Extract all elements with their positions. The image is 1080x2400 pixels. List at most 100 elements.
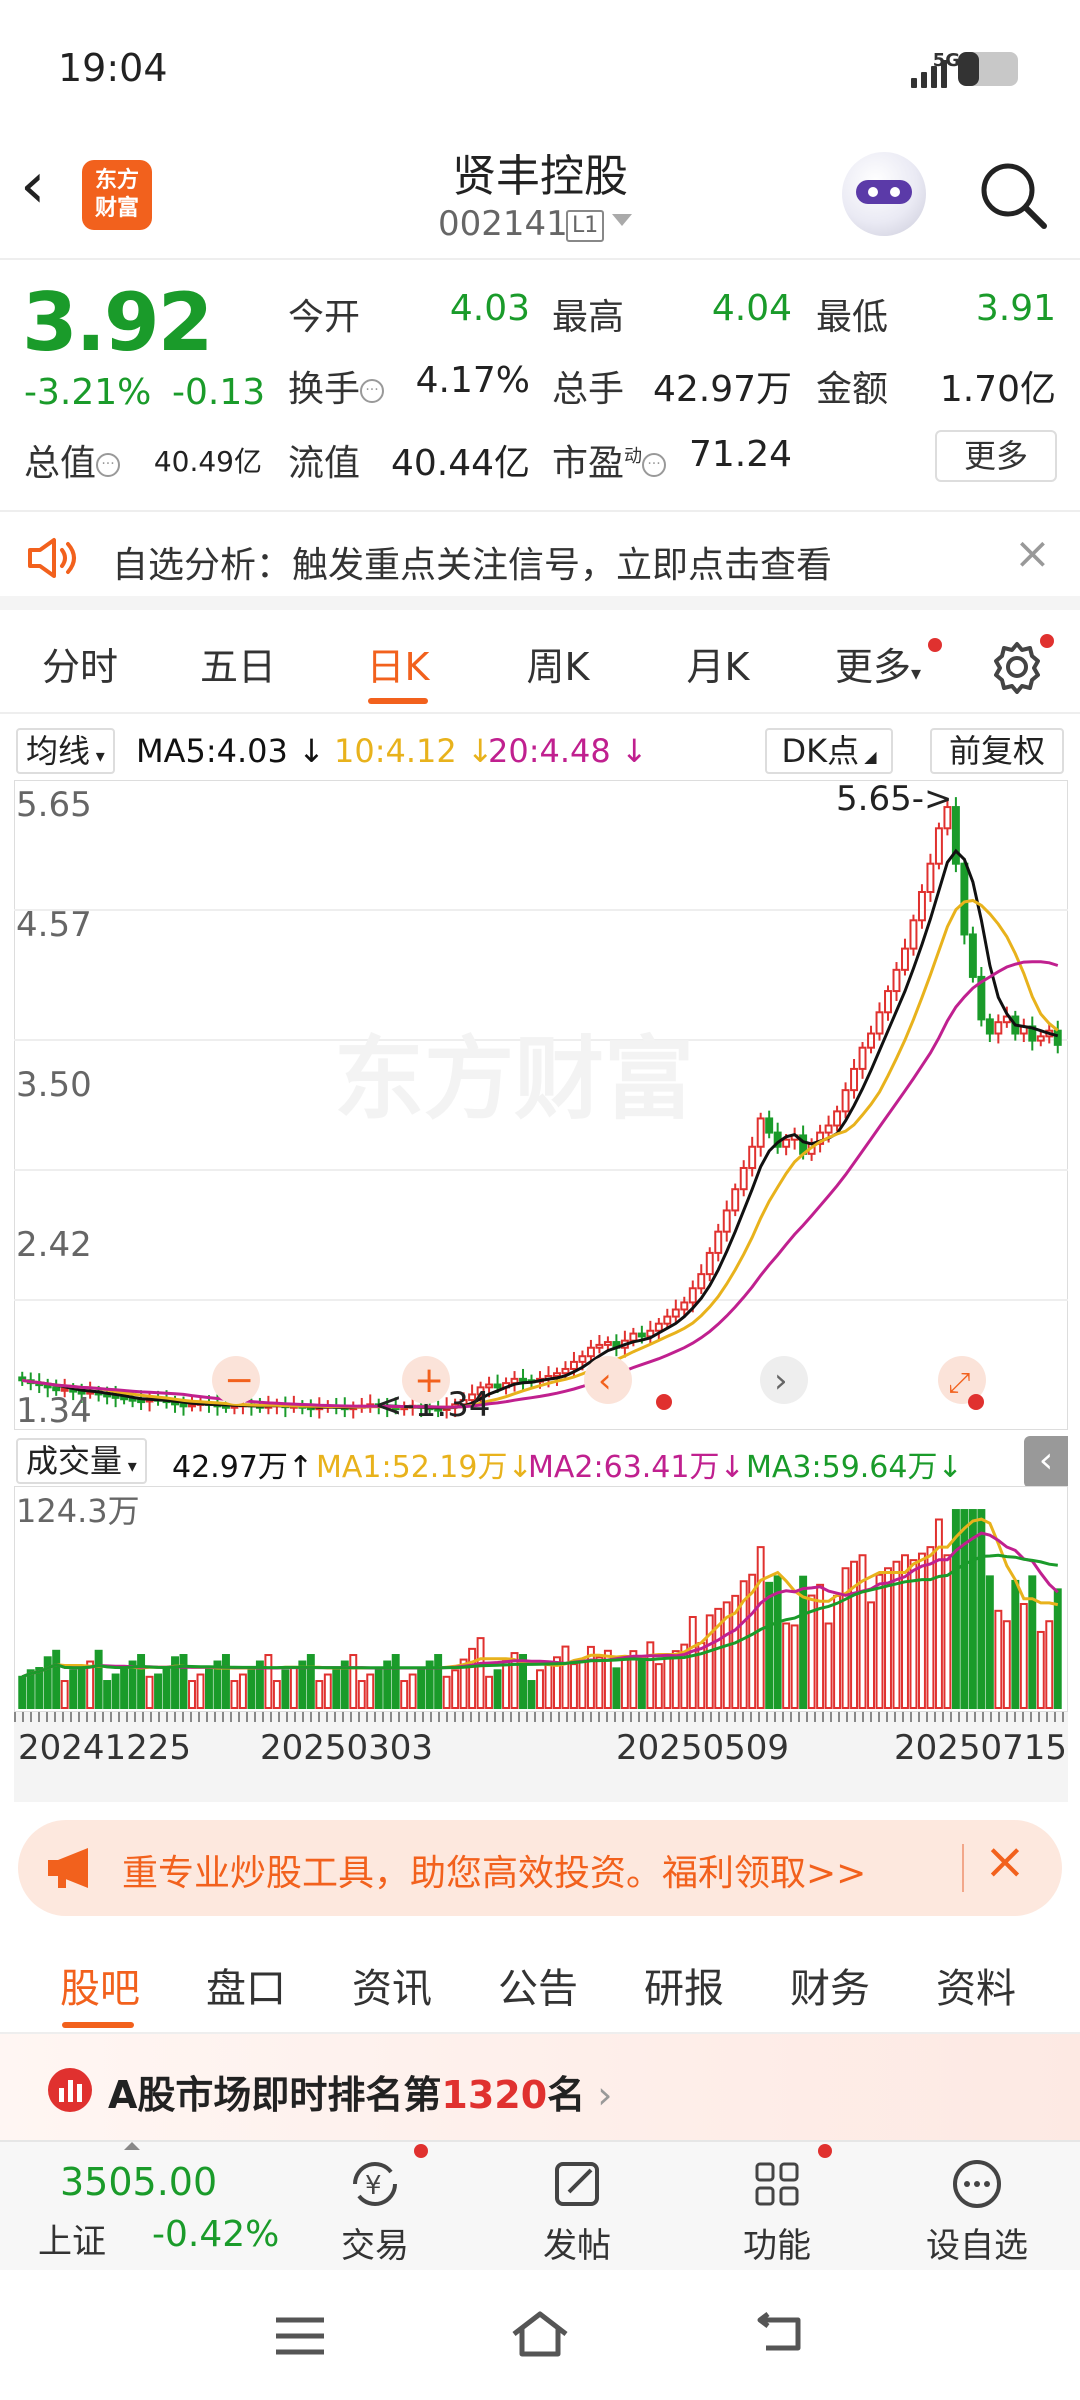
candle (731, 1188, 740, 1212)
mktcap-label-text: 总值 (24, 443, 97, 484)
close-icon[interactable]: × (984, 1832, 1026, 1890)
candle (671, 1308, 680, 1318)
dk-point-button[interactable]: DK点 ◢ (765, 728, 893, 774)
notification-dot (818, 2144, 832, 2158)
volume-bar (306, 1654, 315, 1710)
tab-more[interactable]: 更多▾ (808, 636, 948, 691)
info-icon[interactable]: ··· (360, 379, 385, 403)
tab-forum[interactable]: 股吧 (30, 1956, 170, 2014)
notice-bar[interactable]: 自选分析：触发重点关注信号，立即点击查看 × (0, 514, 1080, 610)
candle (756, 1117, 765, 1148)
nav-add-watchlist[interactable]: 设自选 (912, 2156, 1042, 2267)
y-tick: 5.65 (16, 785, 92, 825)
close-icon[interactable]: × (1014, 528, 1051, 579)
volume-bar (671, 1650, 680, 1709)
volume-indicator-selector[interactable]: 成交量 ▾ (16, 1438, 147, 1484)
volume-bar (705, 1614, 714, 1709)
nav-function[interactable]: 功能 (712, 2156, 842, 2267)
ma20-text: 20:4.48 (488, 732, 611, 770)
tab-research[interactable]: 研报 (614, 1956, 754, 2014)
tab-weekly-k[interactable]: 周K (488, 636, 628, 691)
tab-news[interactable]: 资讯 (322, 1956, 462, 2014)
indicator-selector[interactable]: 均线 ▾ (16, 728, 115, 774)
vol-ma2-text: MA2:63.41万 (528, 1450, 720, 1485)
ma5-text: MA5:4.03 (136, 732, 288, 770)
back-nav-icon[interactable] (752, 2310, 808, 2358)
volume-bar (1045, 1620, 1054, 1710)
tab-orderbook[interactable]: 盘口 (176, 1956, 316, 2014)
pe-label-text: 市盈 (552, 443, 625, 484)
market-rank-bar[interactable]: A股市场即时排名第1320名 › (0, 2034, 1080, 2140)
index-change[interactable]: -0.42% (152, 2214, 279, 2255)
turnover-label: 换手 ··· (288, 360, 385, 412)
home-icon[interactable] (508, 2308, 572, 2360)
rank-text: A股市场即时排名第1320名 › (108, 2064, 612, 2119)
battery-icon (958, 52, 1018, 86)
menu-icon[interactable] (270, 2314, 330, 2358)
volume-bar (620, 1656, 629, 1710)
y-tick: 2.42 (16, 1225, 92, 1265)
volume-bar (366, 1673, 375, 1710)
tab-profile[interactable]: 资料 (906, 1956, 1046, 2014)
volume-bar (247, 1667, 256, 1709)
volume-bar (400, 1680, 409, 1709)
notification-dot (414, 2144, 428, 2158)
index-name[interactable]: 上证 (38, 2214, 106, 2263)
tab-daily-k[interactable]: 日K (328, 636, 468, 691)
high-label: 最高 (552, 297, 625, 338)
indicator-selector-label: 均线 (26, 732, 91, 770)
volume-bar (162, 1667, 171, 1709)
nav-trade[interactable]: ¥ 交易 (310, 2156, 440, 2267)
volume-bar (137, 1654, 146, 1710)
volume-bar (374, 1667, 383, 1709)
volume-bar (578, 1660, 587, 1709)
volume-chart[interactable]: 124.3万 (14, 1486, 1068, 1712)
nav-post-label: 发帖 (543, 2226, 611, 2266)
candle (909, 919, 918, 950)
volume-bar (943, 1554, 952, 1710)
tab-monthly-k[interactable]: 月K (648, 636, 788, 691)
notice-text: 自选分析：触发重点关注信号，立即点击查看 (112, 545, 833, 586)
tab-finance[interactable]: 财务 (760, 1956, 900, 2014)
volume-bar (111, 1673, 120, 1710)
system-navigation (0, 2270, 1080, 2400)
nav-post[interactable]: 发帖 (512, 2156, 642, 2267)
tab-more-label: 更多 (834, 645, 911, 689)
volume-bar (94, 1649, 103, 1710)
volume-bar (77, 1667, 86, 1709)
info-icon[interactable]: ··· (642, 453, 667, 477)
index-value[interactable]: 3505.00 (60, 2160, 217, 2204)
chevron-down-icon[interactable] (612, 214, 632, 226)
quote-panel: 3.92 -3.21% -0.13 今开 4.03 最高 4.04 最低 3.9… (0, 262, 1080, 512)
vol-ma2: MA2:63.41万↓ (528, 1450, 745, 1485)
candle (680, 1301, 689, 1311)
tab-five-day[interactable]: 五日 (168, 636, 308, 691)
turnover-value: 4.17% (415, 360, 530, 401)
candlestick-chart[interactable]: 东方财富 5.65 4.57 3.50 2.42 1.34 5.65-> <-1… (14, 780, 1068, 1430)
vol-ma3-text: MA3:59.64万 (746, 1450, 938, 1485)
tab-intraday[interactable]: 分时 (10, 636, 150, 691)
volume-bar (527, 1680, 536, 1709)
volume-bar (646, 1641, 655, 1709)
info-icon[interactable]: ··· (96, 453, 121, 477)
candle (901, 947, 909, 971)
volume-selector-label: 成交量 (26, 1442, 123, 1480)
collapse-panel-button[interactable]: ‹ (1024, 1436, 1068, 1488)
adjust-button[interactable]: 前复权 (930, 728, 1064, 774)
chevron-right-icon: › (774, 1361, 788, 1401)
volume-bar (272, 1680, 281, 1709)
turnover-label-text: 换手 (288, 369, 361, 410)
gear-icon[interactable] (990, 640, 1044, 694)
max-price-label: 5.65-> (836, 780, 952, 819)
level-badge[interactable]: L1 (566, 210, 605, 242)
search-icon[interactable] (976, 158, 1050, 232)
change-amount: -0.13 (172, 372, 266, 413)
promo-banner[interactable]: 重专业炒股工具，助您高效投资。福利领取>> × (18, 1820, 1062, 1916)
trade-icon: ¥ (353, 2162, 397, 2206)
tab-announcements[interactable]: 公告 (468, 1956, 608, 2014)
more-quote-button[interactable]: 更多 (935, 430, 1057, 482)
candle (52, 1386, 61, 1392)
candle (765, 1117, 774, 1134)
volume-bar (205, 1667, 213, 1709)
assistant-robot-icon[interactable] (842, 152, 926, 236)
